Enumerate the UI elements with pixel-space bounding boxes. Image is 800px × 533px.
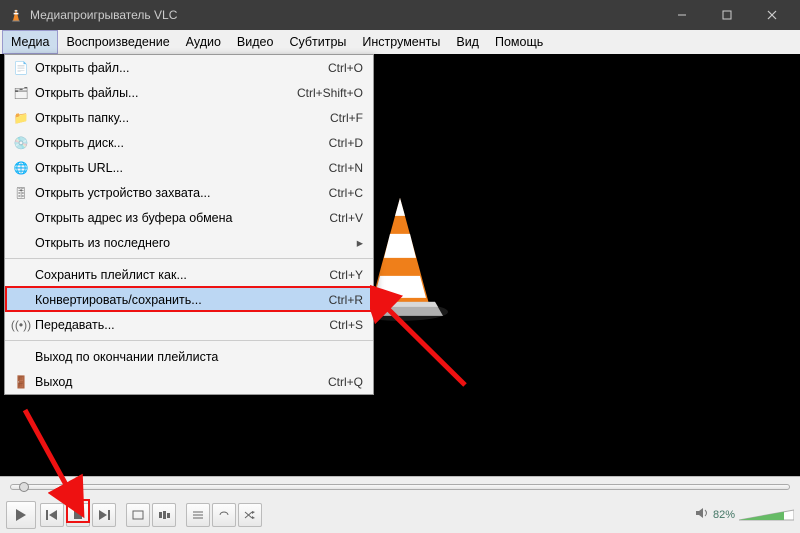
playlist-button[interactable]	[186, 503, 210, 527]
menu-item[interactable]: 🚪ВыходCtrl+Q	[5, 369, 373, 394]
menu-item-icon: 🚪	[11, 375, 31, 389]
prev-button[interactable]	[40, 503, 64, 527]
menu-item[interactable]: Выход по окончании плейлиста	[5, 344, 373, 369]
menu-tools[interactable]: Инструменты	[354, 30, 448, 54]
menu-item-shortcut: Ctrl+R	[329, 293, 363, 307]
menu-playback[interactable]: Воспроизведение	[58, 30, 177, 54]
menu-item-shortcut: Ctrl+C	[329, 186, 363, 200]
menu-item-shortcut: Ctrl+Y	[329, 268, 363, 282]
maximize-button[interactable]	[704, 0, 749, 30]
menu-audio[interactable]: Аудио	[178, 30, 229, 54]
menu-item[interactable]: 💿Открыть диск...Ctrl+D	[5, 130, 373, 155]
menu-item-label: Сохранить плейлист как...	[31, 268, 329, 282]
seek-slider[interactable]	[10, 484, 790, 490]
menu-item-label: Открыть диск...	[31, 136, 329, 150]
menu-item[interactable]: ((•))Передавать...Ctrl+S	[5, 312, 373, 337]
menu-item-icon: 🗂	[11, 86, 31, 100]
menu-item-icon: 🎚	[11, 186, 31, 200]
menu-item-icon: 📁	[11, 111, 31, 125]
menu-item[interactable]: Открыть из последнего▸	[5, 230, 373, 255]
menu-item-label: Выход по окончании плейлиста	[31, 350, 363, 364]
media-menu-dropdown: 📄Открыть файл...Ctrl+O🗂Открыть файлы...C…	[4, 54, 374, 395]
menu-item-shortcut: Ctrl+F	[330, 111, 363, 125]
menu-item-label: Открыть адрес из буфера обмена	[31, 211, 329, 225]
menu-item-icon: ((•))	[11, 318, 31, 332]
menu-item-label: Открыть из последнего	[31, 236, 351, 250]
mute-icon[interactable]	[695, 507, 709, 522]
menu-video[interactable]: Видео	[229, 30, 282, 54]
menu-separator	[5, 258, 373, 259]
play-button[interactable]	[6, 501, 36, 529]
menu-item-label: Открыть файл...	[31, 61, 328, 75]
menu-item-shortcut: Ctrl+Q	[328, 375, 363, 389]
menu-item[interactable]: Открыть адрес из буфера обменаCtrl+V	[5, 205, 373, 230]
menu-item-icon: 🌐	[11, 161, 31, 175]
menu-item[interactable]: Сохранить плейлист как...Ctrl+Y	[5, 262, 373, 287]
menu-view[interactable]: Вид	[448, 30, 487, 54]
seek-area	[0, 477, 800, 497]
menu-item-shortcut: Ctrl+V	[329, 211, 363, 225]
menubar: Медиа Воспроизведение Аудио Видео Субтит…	[0, 30, 800, 54]
menu-item[interactable]: 🗂Открыть файлы...Ctrl+Shift+O	[5, 80, 373, 105]
menu-item-icon: 📄	[11, 61, 31, 75]
menu-item[interactable]: 📁Открыть папку...Ctrl+F	[5, 105, 373, 130]
app-icon	[8, 7, 24, 23]
stop-button[interactable]	[66, 503, 90, 527]
menu-item-label: Открыть файлы...	[31, 86, 297, 100]
menu-item-shortcut: Ctrl+S	[329, 318, 363, 332]
menu-help[interactable]: Помощь	[487, 30, 551, 54]
close-button[interactable]	[749, 0, 794, 30]
window-title: Медиапроигрыватель VLC	[30, 8, 659, 22]
menu-item-label: Открыть папку...	[31, 111, 330, 125]
menu-item-label: Открыть URL...	[31, 161, 329, 175]
ext-settings-button[interactable]	[152, 503, 176, 527]
volume-area: 82%	[695, 507, 794, 522]
menu-item-label: Выход	[31, 375, 328, 389]
fullscreen-button[interactable]	[126, 503, 150, 527]
volume-percent: 82%	[713, 509, 735, 521]
volume-slider[interactable]	[739, 509, 794, 521]
menu-item-shortcut: Ctrl+D	[329, 136, 363, 150]
menu-item-label: Передавать...	[31, 318, 329, 332]
menu-item-label: Открыть устройство захвата...	[31, 186, 329, 200]
menu-item[interactable]: 📄Открыть файл...Ctrl+O	[5, 55, 373, 80]
loop-button[interactable]	[212, 503, 236, 527]
controls-bar: 82%	[0, 476, 800, 533]
seek-thumb[interactable]	[19, 482, 29, 492]
menu-media[interactable]: Медиа	[2, 30, 58, 54]
menu-item[interactable]: Конвертировать/сохранить...Ctrl+R	[5, 287, 373, 312]
minimize-button[interactable]	[659, 0, 704, 30]
menu-item[interactable]: 🌐Открыть URL...Ctrl+N	[5, 155, 373, 180]
menu-item-shortcut: Ctrl+N	[329, 161, 363, 175]
next-button[interactable]	[92, 503, 116, 527]
menu-item[interactable]: 🎚Открыть устройство захвата...Ctrl+C	[5, 180, 373, 205]
menu-subtitles[interactable]: Субтитры	[281, 30, 354, 54]
menu-item-label: Конвертировать/сохранить...	[31, 293, 329, 307]
submenu-arrow-icon: ▸	[351, 235, 363, 250]
menu-separator	[5, 340, 373, 341]
menu-item-shortcut: Ctrl+O	[328, 61, 363, 75]
titlebar: Медиапроигрыватель VLC	[0, 0, 800, 30]
shuffle-button[interactable]	[238, 503, 262, 527]
menu-item-shortcut: Ctrl+Shift+O	[297, 86, 363, 100]
menu-item-icon: 💿	[11, 136, 31, 150]
